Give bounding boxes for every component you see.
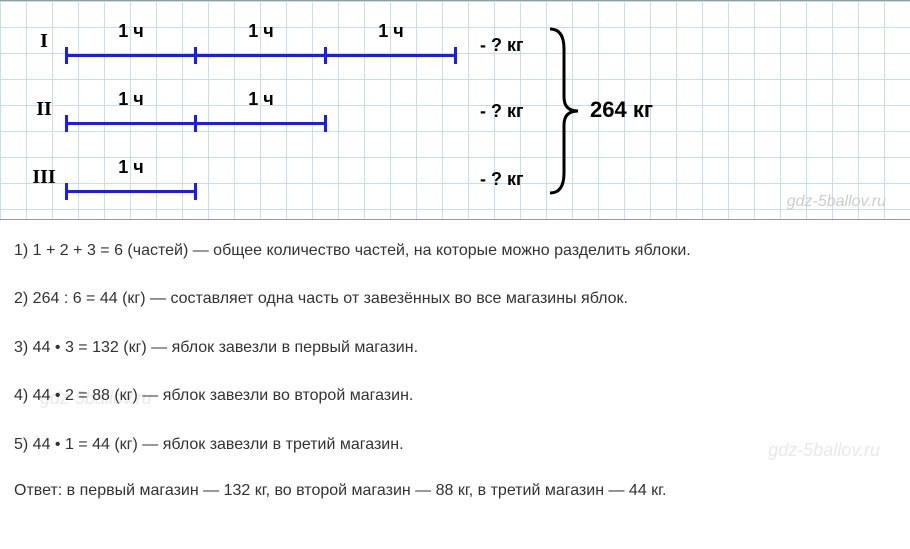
solution-block: gdz-5ballov.ru gdz-5ballov.ru 1) 1 + 2 +… — [0, 220, 910, 510]
segment: 1 ч — [326, 25, 456, 57]
bar-3: 1 ч — [66, 161, 196, 193]
total-label: 264 кг — [590, 97, 653, 123]
roman-numeral-2: II — [22, 98, 66, 121]
segment-label: 1 ч — [326, 21, 456, 42]
diagram-row-3: III 1 ч — [22, 161, 196, 193]
solution-step: 4) 44 • 2 = 88 (кг) — яблок завезли во в… — [14, 385, 896, 407]
segment-label: 1 ч — [66, 21, 196, 42]
diagram-row-1: I 1 ч 1 ч 1 ч — [22, 25, 456, 57]
solution-step: 1) 1 + 2 + 3 = 6 (частей) — общее количе… — [14, 240, 896, 262]
segment: 1 ч — [66, 25, 196, 57]
brace-icon — [548, 25, 582, 197]
segment-label: 1 ч — [66, 89, 196, 110]
segment-label: 1 ч — [196, 21, 326, 42]
segment: 1 ч — [196, 25, 326, 57]
solution-step: 2) 264 : 6 = 44 (кг) — составляет одна ч… — [14, 288, 896, 310]
question-3: - ? кг — [480, 169, 524, 190]
solution-step: 5) 44 • 1 = 44 (кг) — яблок завезли в тр… — [14, 434, 896, 456]
segment-label: 1 ч — [196, 89, 326, 110]
question-1: - ? кг — [480, 35, 524, 56]
segment: 1 ч — [196, 93, 326, 125]
question-2: - ? кг — [480, 101, 524, 122]
solution-step: 3) 44 • 3 = 132 (кг) — яблок завезли в п… — [14, 337, 896, 359]
watermark: gdz-5ballov.ru — [787, 193, 886, 211]
segment: 1 ч — [66, 93, 196, 125]
bar-1: 1 ч 1 ч 1 ч — [66, 25, 456, 57]
bar-2: 1 ч 1 ч — [66, 93, 326, 125]
roman-numeral-3: III — [22, 166, 66, 189]
diagram-container: I 1 ч 1 ч 1 ч II 1 ч — [0, 0, 910, 220]
answer-text: Ответ: в первый магазин — 132 кг, во вто… — [14, 482, 896, 500]
diagram-row-2: II 1 ч 1 ч — [22, 93, 326, 125]
segment: 1 ч — [66, 161, 196, 193]
segment-label: 1 ч — [66, 157, 196, 178]
roman-numeral-1: I — [22, 30, 66, 53]
